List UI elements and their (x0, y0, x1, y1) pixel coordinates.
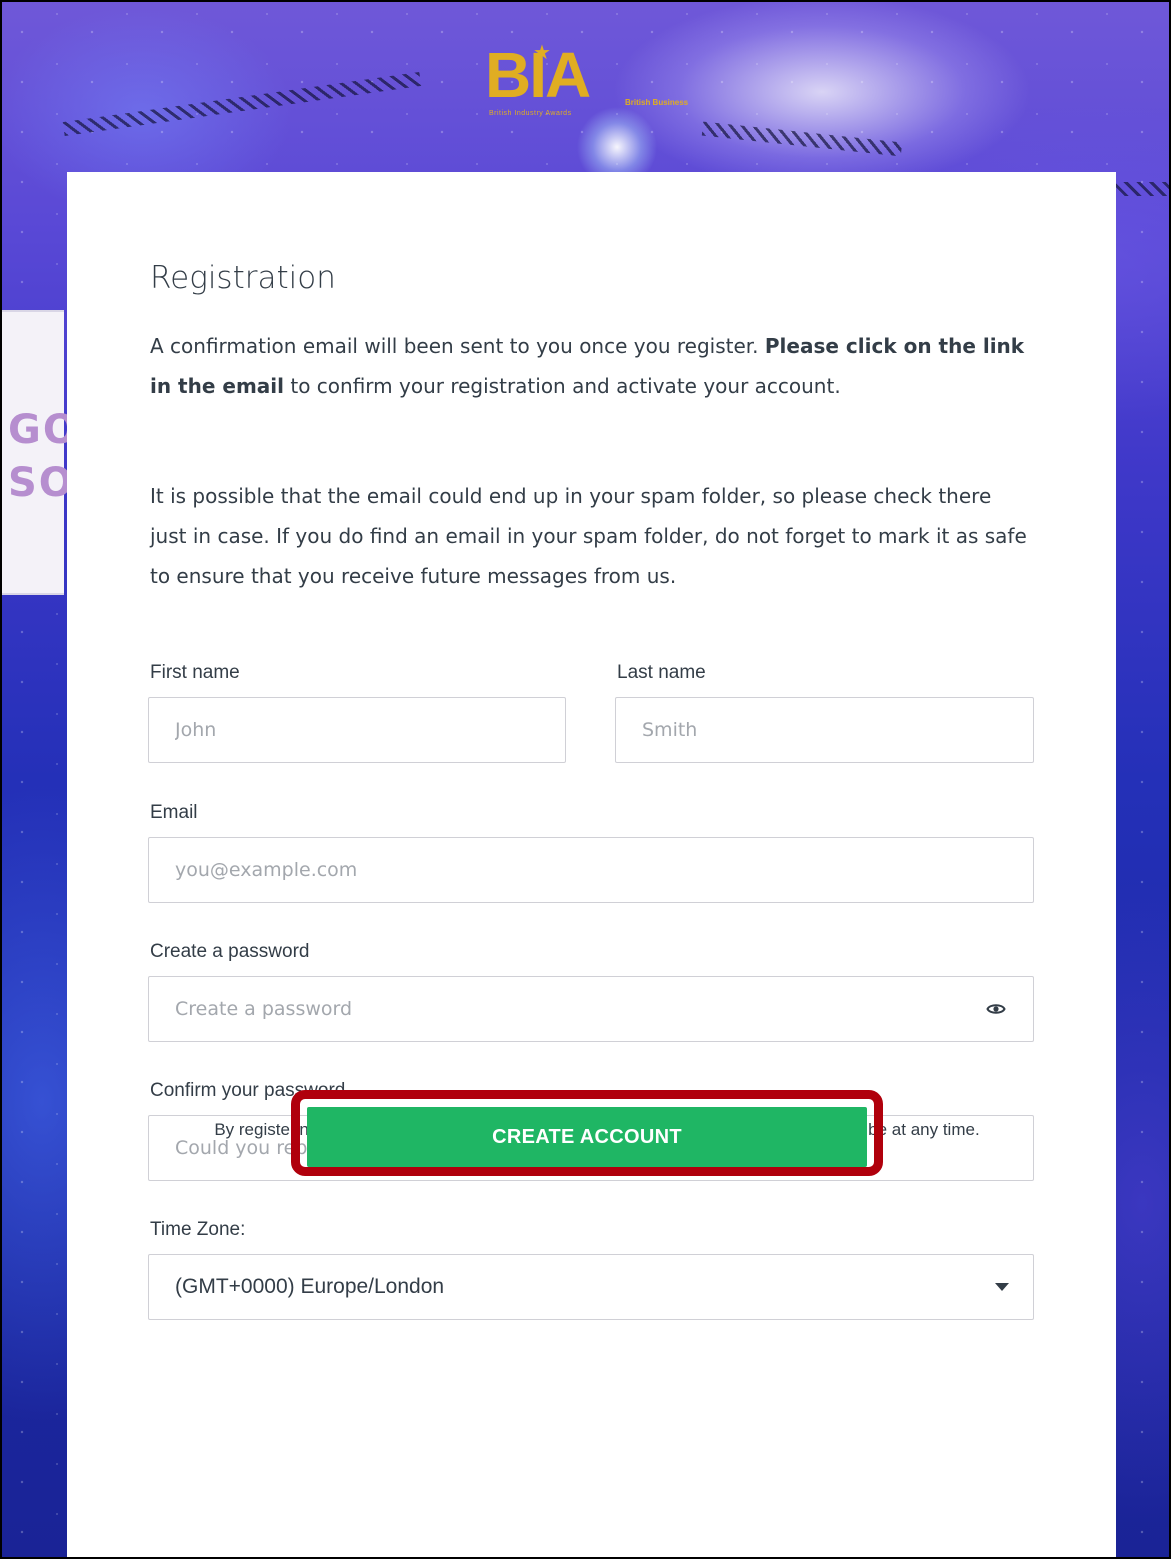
create-account-button[interactable]: CREATE ACCOUNT (307, 1107, 867, 1167)
last-name-label: Last name (617, 662, 706, 683)
eye-icon[interactable] (985, 998, 1007, 1020)
confirm-password-label: Confirm your password (150, 1080, 346, 1101)
password-field[interactable] (148, 976, 1034, 1042)
password-input[interactable] (175, 998, 1033, 1020)
spam-note-text: It is possible that the email could end … (150, 484, 1027, 588)
background-banner: GOR SOR (2, 310, 110, 595)
intro-text: A confirmation email will been sent to y… (150, 326, 1030, 406)
registration-card: Registration A confirmation email will b… (67, 172, 1116, 1557)
logo-side-text: British Business (625, 98, 689, 107)
last-name-field[interactable] (615, 697, 1034, 763)
password-label: Create a password (150, 941, 310, 962)
email-field[interactable] (148, 837, 1034, 903)
stage-truss (1112, 182, 1169, 196)
last-name-input[interactable] (642, 719, 1033, 741)
timezone-selected-value: (GMT+0000) Europe/London (175, 1275, 445, 1298)
first-name-input[interactable] (175, 719, 565, 741)
first-name-label: First name (150, 662, 240, 683)
email-label: Email (150, 802, 198, 823)
timezone-select[interactable]: (GMT+0000) Europe/London (148, 1254, 1034, 1320)
star-icon: ★ (533, 40, 551, 64)
first-name-field[interactable] (148, 697, 566, 763)
page-title: Registration (150, 260, 336, 296)
bia-logo: BIA ★ British Industry Awards British Bu… (485, 38, 705, 126)
intro-text-part2: to confirm your registration and activat… (284, 374, 841, 398)
timezone-label: Time Zone: (150, 1219, 246, 1240)
page-frame: GOR SOR BIA ★ British Industry Awards Br… (0, 0, 1171, 1559)
chevron-down-icon[interactable] (995, 1283, 1009, 1291)
intro-text-part1: A confirmation email will been sent to y… (150, 334, 765, 358)
logo-subtitle: British Industry Awards (489, 110, 572, 117)
email-input[interactable] (175, 859, 1033, 881)
